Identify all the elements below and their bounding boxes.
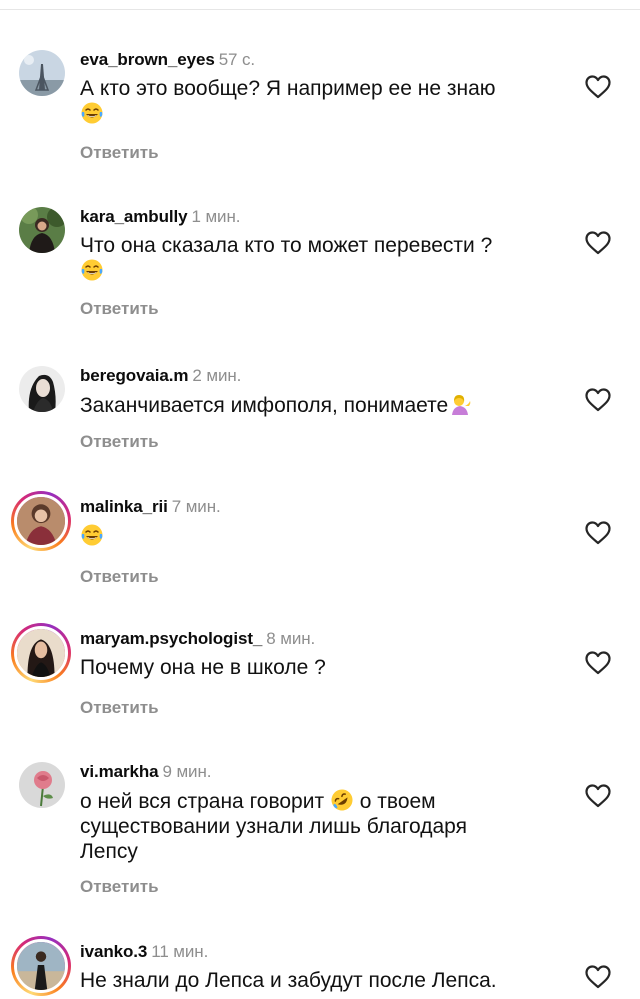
comment-text: Что она сказала кто то может перевести ? (80, 233, 560, 284)
comment-time: 2 мин. (192, 366, 242, 385)
rolling-on-floor-laughing-emoji (330, 788, 354, 812)
heart-outline-icon[interactable] (585, 784, 611, 808)
heart-outline-icon[interactable] (585, 651, 611, 675)
face-with-tears-of-joy-emoji (80, 523, 104, 547)
reply-button[interactable]: Ответить (80, 877, 159, 897)
comment-text: Почему она не в школе ? (80, 655, 560, 680)
comment-username[interactable]: eva_brown_eyes 57 с. (80, 50, 255, 70)
username-text[interactable]: ivanko.3 (80, 942, 147, 961)
comment-text: Не знали до Лепса и забудут после Лепса. (80, 968, 560, 993)
person-tipping-hand-emoji (448, 392, 472, 416)
heart-outline-icon[interactable] (585, 75, 611, 99)
comment-username[interactable]: vi.markha 9 мин. (80, 762, 211, 782)
comment-text-line: Не знали до Лепса и забудут после Лепса. (80, 969, 497, 992)
username-text[interactable]: kara_ambully (80, 207, 188, 226)
username-text[interactable]: maryam.psychologist_ (80, 629, 262, 648)
comment-text-line: о ней вся страна говорит (80, 790, 325, 813)
username-text[interactable]: eva_brown_eyes (80, 50, 215, 69)
comment-text: А кто это вообще? Я например ее не знаю (80, 76, 560, 127)
woman-outdoor-avatar[interactable] (19, 207, 65, 253)
comment-text-line: о твоем (359, 790, 436, 813)
heart-outline-icon[interactable] (585, 521, 611, 545)
face-with-tears-of-joy-emoji (80, 258, 104, 282)
heart-outline-icon[interactable] (585, 965, 611, 989)
reply-button[interactable]: Ответить (80, 143, 159, 163)
reply-button[interactable]: Ответить (80, 299, 159, 319)
comment-username[interactable]: malinka_rii 7 мин. (80, 497, 221, 517)
top-divider (0, 9, 640, 10)
comment-username[interactable]: ivanko.3 11 мин. (80, 942, 208, 962)
reply-button[interactable]: Ответить (80, 567, 159, 587)
comment-username[interactable]: maryam.psychologist_ 8 мин. (80, 629, 315, 649)
reply-button[interactable]: Ответить (80, 698, 159, 718)
reply-button[interactable]: Ответить (80, 432, 159, 452)
comment-text-line: существовании узнали лишь благодаря (80, 815, 467, 838)
comment-text: Заканчивается имфополя, понимаете (80, 392, 560, 418)
username-text[interactable]: beregovaia.m (80, 366, 189, 385)
comment-text-line: А кто это вообще? Я например ее не знаю (80, 77, 496, 100)
rose-avatar[interactable] (19, 762, 65, 808)
comment-time: 8 мин. (266, 629, 316, 648)
eiffel-tower-avatar[interactable] (19, 50, 65, 96)
comment-time: 57 с. (218, 50, 256, 69)
comment-username[interactable]: kara_ambully 1 мин. (80, 207, 240, 227)
face-with-tears-of-joy-emoji (80, 101, 104, 125)
comment-text: о ней вся страна говорит о твоем существ… (80, 788, 560, 864)
username-text[interactable]: malinka_rii (80, 497, 168, 516)
username-text[interactable]: vi.markha (80, 762, 159, 781)
story-avatar[interactable] (11, 623, 71, 683)
story-avatar[interactable] (11, 936, 71, 996)
comment-text-line: Заканчивается имфополя, понимаете (80, 394, 449, 417)
comment-username[interactable]: beregovaia.m 2 мин. (80, 366, 241, 386)
comment-text-line: Что она сказала кто то может перевести ? (80, 234, 493, 257)
comment-time: 7 мин. (171, 497, 221, 516)
story-avatar[interactable] (11, 491, 71, 551)
comment-time: 11 мин. (151, 942, 209, 961)
comment-text-line: Лепсу (80, 840, 138, 863)
comment-text-line: Почему она не в школе ? (80, 656, 326, 679)
comment-time: 1 мин. (191, 207, 241, 226)
comment-time: 9 мин. (162, 762, 212, 781)
heart-outline-icon[interactable] (585, 231, 611, 255)
heart-outline-icon[interactable] (585, 388, 611, 412)
comment-text (80, 523, 560, 549)
woman-portrait-avatar[interactable] (19, 366, 65, 412)
